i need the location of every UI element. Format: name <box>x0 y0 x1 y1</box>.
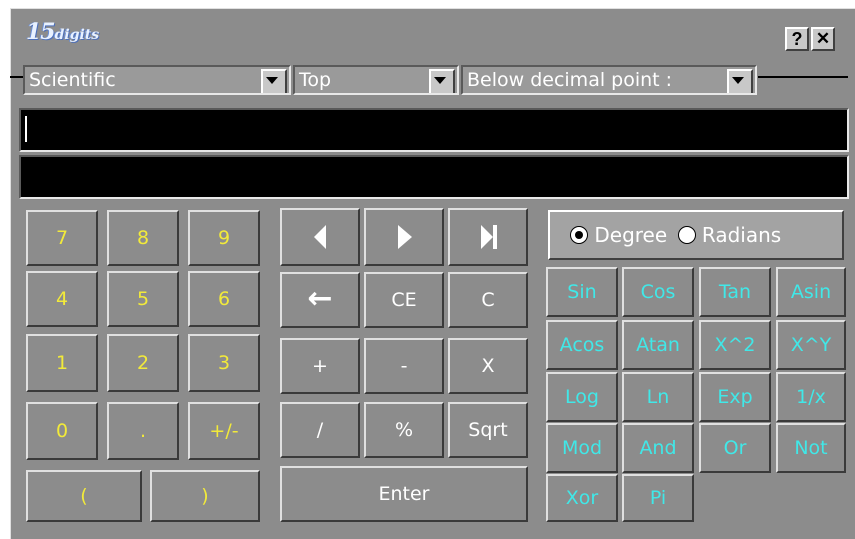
divider-line-left <box>10 76 24 78</box>
reciprocal-button[interactable]: 1/x <box>776 372 846 422</box>
cos-button[interactable]: Cos <box>622 267 694 317</box>
cursor-end-button[interactable] <box>448 208 528 266</box>
mode-select[interactable]: Scientific <box>23 65 291 95</box>
xor-button[interactable]: Xor <box>546 474 618 522</box>
enter-button[interactable]: Enter <box>280 466 528 522</box>
input-display[interactable] <box>19 108 849 152</box>
digit-7-button[interactable]: 7 <box>26 210 98 266</box>
mod-button[interactable]: Mod <box>546 423 618 473</box>
tan-button[interactable]: Tan <box>699 267 771 317</box>
radians-label[interactable]: Radians <box>702 223 781 247</box>
atan-button[interactable]: Atan <box>622 320 694 370</box>
divider-line-right <box>758 76 848 78</box>
sin-button[interactable]: Sin <box>546 267 618 317</box>
backspace-button[interactable]: ← <box>280 272 360 328</box>
digit-9-button[interactable]: 9 <box>188 210 260 266</box>
or-button[interactable]: Or <box>699 423 771 473</box>
and-button[interactable]: And <box>622 423 694 473</box>
digit-2-button[interactable]: 2 <box>107 334 179 392</box>
cursor-right-button[interactable] <box>364 208 444 266</box>
app-logo: 15digits <box>26 19 100 45</box>
ln-button[interactable]: Ln <box>622 372 694 422</box>
square-button[interactable]: X^2 <box>699 320 771 370</box>
asin-button[interactable]: Asin <box>776 267 846 317</box>
percent-button[interactable]: % <box>364 402 444 458</box>
acos-button[interactable]: Acos <box>546 320 618 370</box>
divide-button[interactable]: / <box>280 402 360 458</box>
chevron-down-icon[interactable] <box>261 69 287 93</box>
minus-button[interactable]: - <box>364 338 444 394</box>
digit-8-button[interactable]: 8 <box>107 210 179 266</box>
close-paren-button[interactable]: ) <box>150 470 260 522</box>
log-button[interactable]: Log <box>546 372 618 422</box>
position-select[interactable]: Top <box>293 65 459 95</box>
cursor-left-button[interactable] <box>280 208 360 266</box>
digit-5-button[interactable]: 5 <box>107 271 179 327</box>
exp-button[interactable]: Exp <box>699 372 771 422</box>
chevron-down-icon[interactable] <box>429 69 455 93</box>
pi-button[interactable]: Pi <box>622 474 694 522</box>
open-paren-button[interactable]: ( <box>26 470 142 522</box>
decimal-select[interactable]: Below decimal point : <box>461 65 757 95</box>
text-caret <box>25 116 27 142</box>
triangle-right-icon <box>398 225 412 249</box>
clear-entry-button[interactable]: CE <box>364 272 444 328</box>
digit-0-button[interactable]: 0 <box>26 402 98 460</box>
power-button[interactable]: X^Y <box>776 320 846 370</box>
plus-button[interactable]: + <box>280 338 360 394</box>
sqrt-button[interactable]: Sqrt <box>448 402 528 458</box>
close-button[interactable]: ✕ <box>811 27 835 51</box>
digit-1-button[interactable]: 1 <box>26 334 98 392</box>
triangle-left-icon <box>314 225 326 249</box>
degree-radio[interactable] <box>570 226 588 244</box>
not-button[interactable]: Not <box>776 423 846 473</box>
digit-6-button[interactable]: 6 <box>188 271 260 327</box>
angle-mode-group: Degree Radians <box>548 210 844 260</box>
chevron-down-icon[interactable] <box>727 69 753 93</box>
result-display <box>19 155 849 199</box>
radians-radio[interactable] <box>677 226 696 244</box>
help-button[interactable]: ? <box>785 27 809 51</box>
sign-toggle-button[interactable]: +/- <box>188 402 260 460</box>
decimal-point-button[interactable]: . <box>107 402 179 460</box>
multiply-button[interactable]: X <box>448 338 528 394</box>
skip-end-icon <box>481 225 497 249</box>
digit-4-button[interactable]: 4 <box>26 271 98 327</box>
clear-button[interactable]: C <box>448 272 528 328</box>
digit-3-button[interactable]: 3 <box>188 334 260 392</box>
degree-label[interactable]: Degree <box>594 223 667 247</box>
